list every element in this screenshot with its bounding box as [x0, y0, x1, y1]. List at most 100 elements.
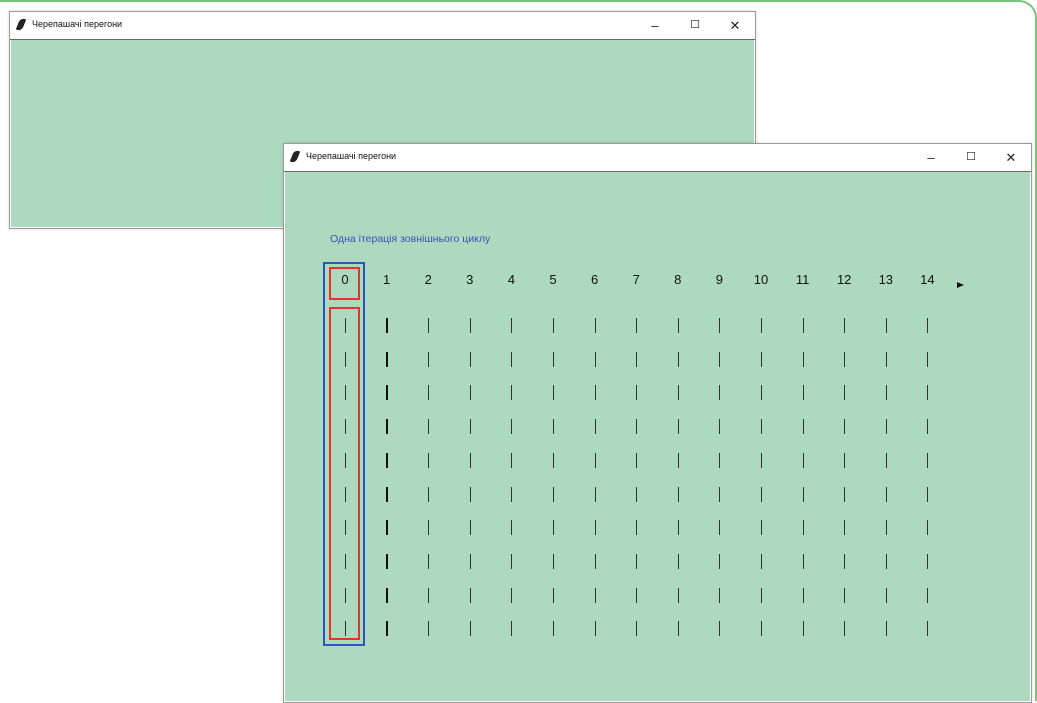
- track-tick: [594, 351, 596, 367]
- track-tick: [802, 587, 804, 603]
- front-window-title: Черепашачі перегони: [306, 151, 397, 161]
- track-tick: [428, 351, 430, 367]
- track-tick: [719, 553, 721, 569]
- track-tick: [511, 351, 513, 367]
- feather-icon: [15, 17, 27, 32]
- track-tick: [802, 520, 804, 536]
- inner-loop-highlight: [329, 307, 360, 640]
- track-tick: [719, 520, 721, 536]
- back-window-title: Черепашачі перегони: [32, 19, 123, 29]
- track-tick: [469, 587, 471, 603]
- track-tick: [761, 520, 762, 536]
- track-tick: [428, 452, 430, 468]
- track-tick: [469, 621, 471, 637]
- close-button[interactable]: ✕: [715, 12, 755, 39]
- track-tick: [511, 587, 513, 603]
- track-tick: [385, 419, 388, 435]
- track-tick: [802, 419, 804, 435]
- track-tick: [885, 486, 887, 502]
- track-tick: [677, 419, 679, 435]
- track-tick: [885, 621, 887, 637]
- track-tick: [594, 419, 596, 435]
- track-tick: [385, 452, 388, 468]
- track-tick: [677, 351, 679, 367]
- track-tick: [677, 318, 679, 333]
- track-tick: [927, 385, 929, 401]
- track-tick: [719, 621, 721, 637]
- track-tick: [428, 419, 430, 435]
- track-tick: [385, 553, 388, 569]
- track-tick: [428, 520, 430, 536]
- track-tick: [677, 452, 679, 468]
- turtle-canvas: Одна ітерація зовнішнього циклу 01234567…: [285, 172, 1030, 701]
- track-tick: [553, 385, 554, 401]
- track-tick: [885, 419, 887, 435]
- track-tick: [553, 621, 554, 637]
- track-tick: [385, 621, 388, 637]
- maximize-button[interactable]: ☐: [951, 144, 991, 171]
- track-tick: [885, 452, 887, 468]
- track-number: 13: [878, 272, 894, 287]
- track-tick: [594, 452, 596, 468]
- track-number: 3: [466, 272, 474, 287]
- front-window-titlebar[interactable]: Черепашачі перегони – ☐ ✕: [284, 144, 1031, 171]
- minimize-button[interactable]: –: [635, 12, 675, 39]
- track-tick: [385, 318, 388, 333]
- track-tick: [719, 318, 721, 333]
- track-tick: [677, 520, 679, 536]
- track-tick: [802, 385, 804, 401]
- track-number: 10: [753, 272, 769, 287]
- track-tick: [428, 318, 430, 333]
- track-tick: [927, 318, 929, 333]
- track-tick: [553, 419, 554, 435]
- track-tick: [885, 553, 887, 569]
- track-tick: [511, 553, 513, 569]
- minimize-button[interactable]: –: [911, 144, 951, 171]
- track-tick: [636, 318, 638, 333]
- track-tick: [677, 587, 679, 603]
- track-tick: [594, 553, 596, 569]
- track-tick: [844, 351, 846, 367]
- maximize-button[interactable]: ☐: [675, 12, 715, 39]
- track-tick: [385, 520, 388, 536]
- track-tick: [553, 553, 554, 569]
- track-tick: [719, 486, 721, 502]
- back-window-titlebar[interactable]: Черепашачі перегони – ☐ ✕: [10, 12, 755, 39]
- track-tick: [594, 520, 596, 536]
- track-tick: [469, 553, 471, 569]
- track-tick: [761, 351, 762, 367]
- track-tick: [844, 385, 846, 401]
- front-window: Черепашачі перегони – ☐ ✕ Одна ітерація …: [283, 143, 1032, 703]
- track-tick: [677, 385, 679, 401]
- track-tick: [469, 385, 471, 401]
- track-tick: [636, 351, 638, 367]
- track-tick: [385, 486, 388, 502]
- track-tick: [677, 553, 679, 569]
- track-tick: [594, 318, 596, 333]
- track-tick: [719, 452, 721, 468]
- track-tick: [844, 486, 846, 502]
- track-tick: [469, 351, 471, 367]
- track-tick: [927, 520, 929, 536]
- track-tick: [428, 587, 430, 603]
- track-tick: [761, 486, 762, 502]
- feather-icon: [289, 149, 301, 164]
- track-tick: [636, 621, 638, 637]
- outer-loop-caption: Одна ітерація зовнішнього циклу: [330, 233, 491, 245]
- track-tick: [844, 520, 846, 536]
- track-tick: [761, 587, 762, 603]
- track-tick: [802, 621, 804, 637]
- track-tick: [802, 452, 804, 468]
- track-tick: [428, 486, 430, 502]
- track-number: 6: [590, 272, 599, 287]
- track-tick: [927, 452, 929, 468]
- close-button[interactable]: ✕: [991, 144, 1031, 171]
- track-tick: [469, 486, 471, 502]
- track-tick: [927, 553, 929, 569]
- track-tick: [802, 318, 804, 333]
- track-tick: [761, 452, 762, 468]
- track-number: 8: [674, 272, 682, 287]
- track-tick: [428, 385, 430, 401]
- track-number: 12: [836, 272, 852, 287]
- track-tick: [594, 385, 596, 401]
